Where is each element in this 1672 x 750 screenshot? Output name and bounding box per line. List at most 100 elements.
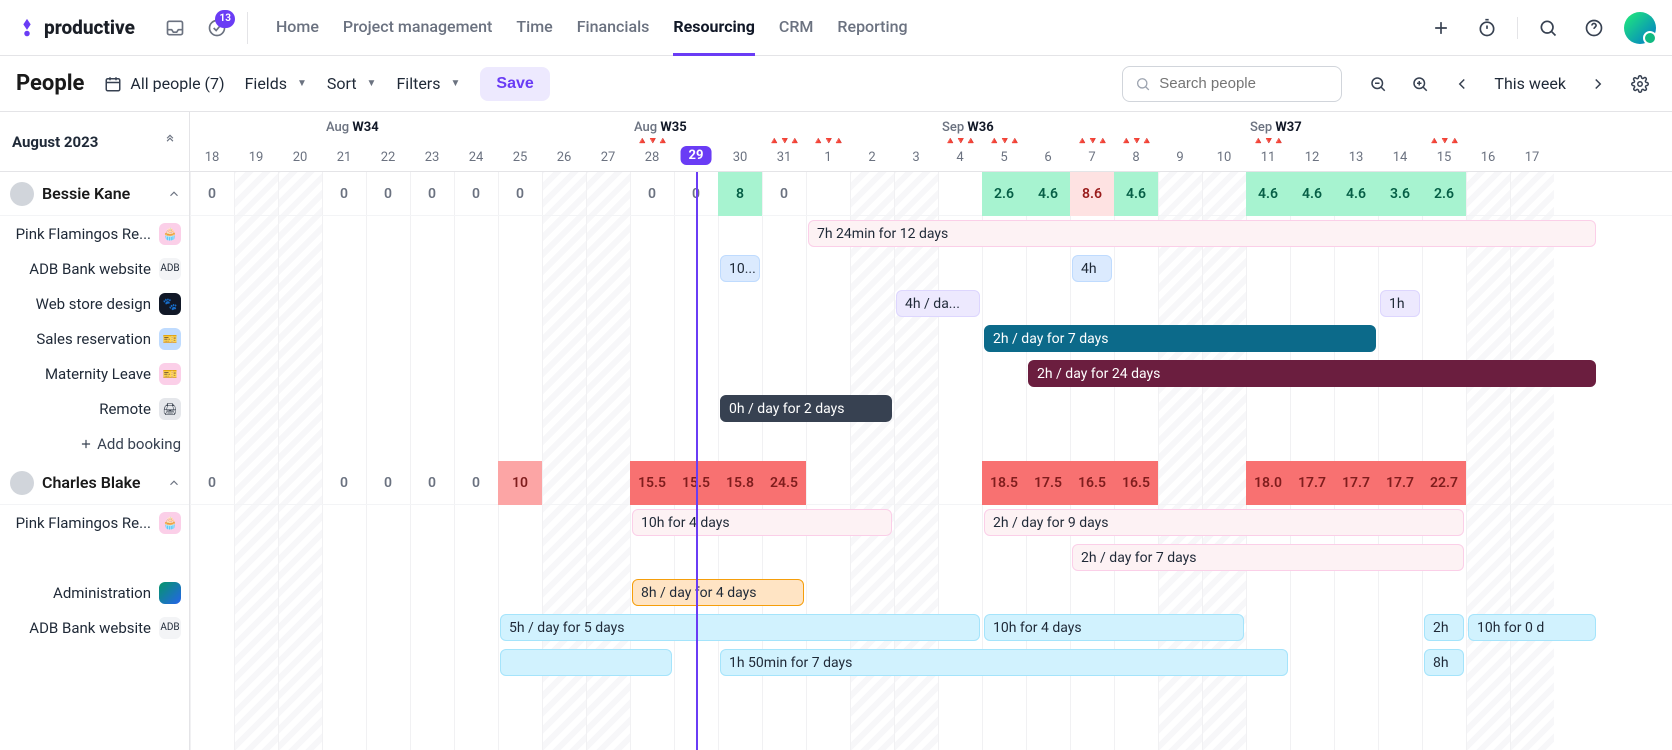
task-row[interactable]: ADB Bank websiteADB: [0, 610, 189, 645]
hours-cell[interactable]: 0: [322, 172, 366, 216]
task-row[interactable]: Administration: [0, 575, 189, 610]
this-week-button[interactable]: This week: [1488, 74, 1572, 93]
booking-bar[interactable]: 10...: [720, 255, 760, 282]
day-6[interactable]: 6: [1026, 150, 1070, 165]
notifications-button[interactable]: 13: [201, 12, 233, 44]
day-9[interactable]: 9: [1158, 150, 1202, 165]
booking-bar[interactable]: 10h for 4 days: [632, 509, 892, 536]
task-row[interactable]: Remote🖨: [0, 391, 189, 426]
hours-cell[interactable]: 0: [630, 172, 674, 216]
day-26[interactable]: 26: [542, 150, 586, 165]
search-input[interactable]: [1159, 75, 1329, 92]
booking-bar[interactable]: 10h for 4 days: [984, 614, 1244, 641]
hours-cell[interactable]: 3.6: [1378, 172, 1422, 216]
booking-bar[interactable]: 4h / da...: [896, 290, 980, 317]
hours-cell[interactable]: 0: [762, 172, 806, 216]
day-17[interactable]: 17: [1510, 150, 1554, 165]
day-18[interactable]: 18: [190, 150, 234, 165]
nav-financials[interactable]: Financials: [577, 0, 650, 56]
day-16[interactable]: 16: [1466, 150, 1510, 165]
day-20[interactable]: 20: [278, 150, 322, 165]
search-people[interactable]: [1122, 66, 1342, 102]
day-5[interactable]: 5: [982, 150, 1026, 165]
next-button[interactable]: [1582, 68, 1614, 100]
day-2[interactable]: 2: [850, 150, 894, 165]
day-1[interactable]: 1: [806, 150, 850, 165]
save-button[interactable]: Save: [480, 67, 549, 101]
booking-bar[interactable]: 1h 50min for 7 days: [720, 649, 1288, 676]
nav-resourcing[interactable]: Resourcing: [673, 0, 755, 56]
booking-bar[interactable]: 2h / day for 9 days: [984, 509, 1464, 536]
zoom-in-button[interactable]: [1404, 68, 1436, 100]
people-filter[interactable]: All people (7): [104, 74, 224, 93]
person-row[interactable]: Bessie Kane: [0, 172, 189, 216]
booking-bar[interactable]: [500, 649, 672, 676]
hours-cell[interactable]: 2.6: [982, 172, 1026, 216]
task-row[interactable]: Maternity Leave🎫: [0, 356, 189, 391]
hours-cell[interactable]: 8.6: [1070, 172, 1114, 216]
hours-cell[interactable]: 0: [410, 172, 454, 216]
day-7[interactable]: 7: [1070, 150, 1114, 165]
hours-cell[interactable]: 16.5: [1114, 461, 1158, 505]
hours-cell[interactable]: 4.6: [1290, 172, 1334, 216]
task-row[interactable]: Sales reservation🎫: [0, 321, 189, 356]
task-row[interactable]: Pink Flamingos Re...🧁: [0, 505, 189, 540]
sort-filter[interactable]: Sort▼: [327, 74, 377, 93]
timeline[interactable]: 1819202122232425262728293031123456789101…: [190, 112, 1672, 750]
hours-cell[interactable]: 10: [498, 461, 542, 505]
help-button[interactable]: [1578, 12, 1610, 44]
nav-time[interactable]: Time: [516, 0, 552, 56]
hours-cell[interactable]: 0: [190, 461, 234, 505]
booking-bar[interactable]: 2h / day for 7 days: [1072, 544, 1464, 571]
search-button[interactable]: [1532, 12, 1564, 44]
hours-cell[interactable]: 24.5: [762, 461, 806, 505]
hours-cell[interactable]: 0: [410, 461, 454, 505]
nav-reporting[interactable]: Reporting: [837, 0, 907, 56]
day-10[interactable]: 10: [1202, 150, 1246, 165]
task-row[interactable]: Pink Flamingos Re...🧁: [0, 216, 189, 251]
hours-cell[interactable]: 17.7: [1334, 461, 1378, 505]
nav-crm[interactable]: CRM: [779, 0, 814, 56]
booking-bar[interactable]: 1h: [1380, 290, 1420, 317]
day-13[interactable]: 13: [1334, 150, 1378, 165]
day-30[interactable]: 30: [718, 150, 762, 165]
day-21[interactable]: 21: [322, 150, 366, 165]
hours-cell[interactable]: 4.6: [1026, 172, 1070, 216]
day-8[interactable]: 8: [1114, 150, 1158, 165]
hours-cell[interactable]: 0: [322, 461, 366, 505]
day-19[interactable]: 19: [234, 150, 278, 165]
hours-cell[interactable]: 4.6: [1114, 172, 1158, 216]
hours-cell[interactable]: 18.5: [982, 461, 1026, 505]
settings-button[interactable]: [1624, 68, 1656, 100]
hours-cell[interactable]: 4.6: [1246, 172, 1290, 216]
day-31[interactable]: 31: [762, 150, 806, 165]
filters-filter[interactable]: Filters▼: [396, 74, 460, 93]
hours-cell[interactable]: 4.6: [1334, 172, 1378, 216]
hours-cell[interactable]: 0: [674, 172, 718, 216]
hours-cell[interactable]: 17.5: [1026, 461, 1070, 505]
day-4[interactable]: 4: [938, 150, 982, 165]
zoom-out-button[interactable]: [1362, 68, 1394, 100]
day-24[interactable]: 24: [454, 150, 498, 165]
hours-cell[interactable]: 0: [190, 172, 234, 216]
booking-bar[interactable]: 8h: [1424, 649, 1464, 676]
task-row[interactable]: [0, 540, 189, 575]
day-11[interactable]: 11: [1246, 150, 1290, 165]
task-row[interactable]: Web store design🐾: [0, 286, 189, 321]
hours-cell[interactable]: 0: [366, 172, 410, 216]
hours-cell[interactable]: 15.8: [718, 461, 762, 505]
hours-cell[interactable]: 17.7: [1378, 461, 1422, 505]
fields-filter[interactable]: Fields▼: [245, 74, 307, 93]
hours-cell[interactable]: 16.5: [1070, 461, 1114, 505]
person-row[interactable]: Charles Blake: [0, 461, 189, 505]
user-avatar[interactable]: [1624, 12, 1656, 44]
hours-cell[interactable]: 17.7: [1290, 461, 1334, 505]
day-12[interactable]: 12: [1290, 150, 1334, 165]
booking-bar[interactable]: 7h 24min for 12 days: [808, 220, 1596, 247]
day-15[interactable]: 15: [1422, 150, 1466, 165]
nav-home[interactable]: Home: [276, 0, 319, 56]
hours-cell[interactable]: 8: [718, 172, 762, 216]
logo[interactable]: productive: [16, 16, 135, 39]
booking-bar[interactable]: 10h for 0 d: [1468, 614, 1596, 641]
booking-bar[interactable]: 8h / day for 4 days: [632, 579, 804, 606]
